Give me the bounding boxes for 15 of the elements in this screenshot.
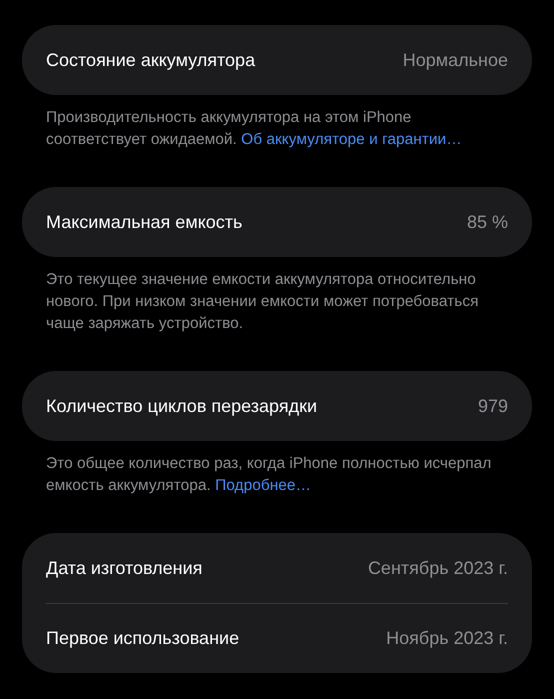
footer-note: Это текущее значение емкости аккумулятора относительно нового. При низком значении емкости может потребоваться чаще заряжать устройство.	[45, 270, 480, 334]
footer-note: Производительность аккумулятора на этом iPhone соответствует ожидаемой. Об аккумуляторе и гарантии…	[45, 108, 463, 150]
row-value: Нормальное	[402, 48, 508, 72]
row-value: Сентябрь 2023 г.	[368, 556, 508, 580]
row-value: 979	[478, 394, 508, 418]
row-label: Состояние аккумулятора	[46, 48, 256, 72]
row-value: 85 %	[466, 210, 508, 234]
footer-note: Это общее количество раз, когда iPhone полностью исчерпал емкость аккумулятора. Подробнее…	[45, 454, 492, 496]
row-value: Ноябрь 2023 г.	[386, 627, 508, 650]
row-label: Максимальная емкость	[46, 210, 242, 234]
row-label: Первое использование	[46, 627, 240, 650]
info-link[interactable]: Подробнее…	[215, 477, 311, 494]
info-link[interactable]: Об аккумуляторе и гарантии…	[241, 131, 462, 148]
row-label: Дата изготовления	[46, 556, 202, 580]
row-label: Количество циклов перезарядки	[46, 394, 318, 418]
